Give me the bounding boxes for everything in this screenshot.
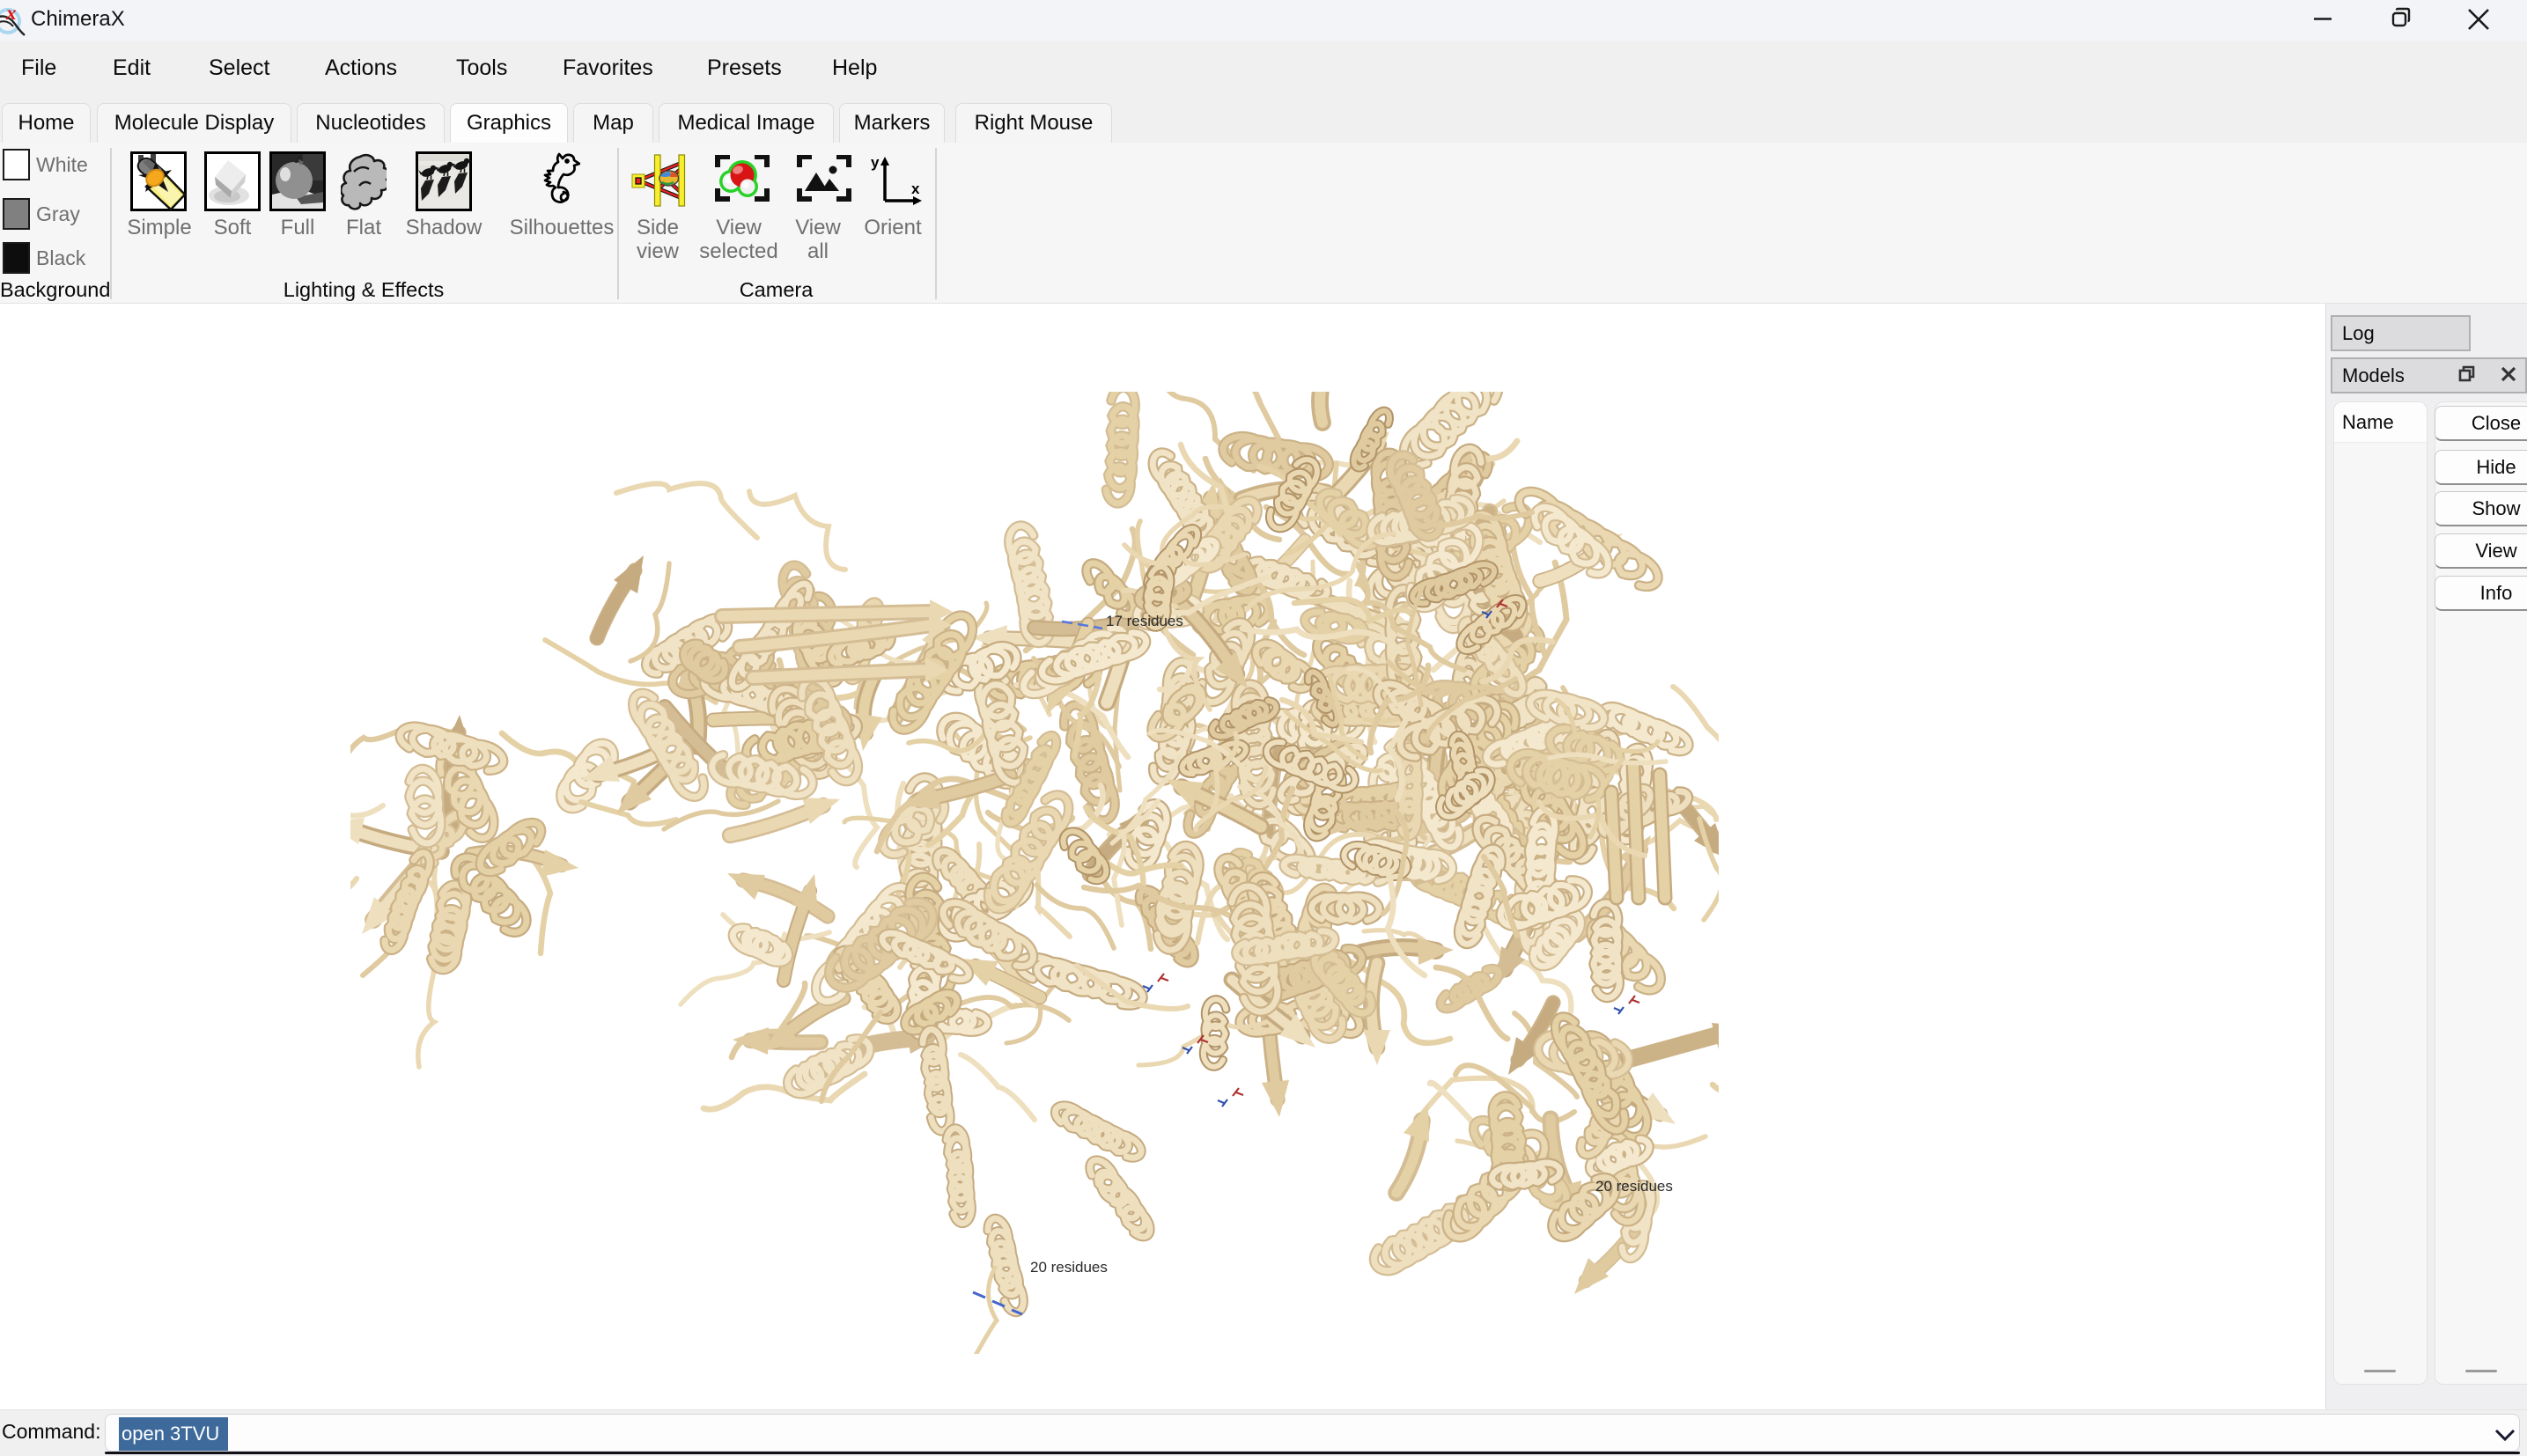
svg-text:x: x [911,180,920,197]
svg-text:x: x [5,2,17,24]
svg-text:y: y [871,154,880,171]
